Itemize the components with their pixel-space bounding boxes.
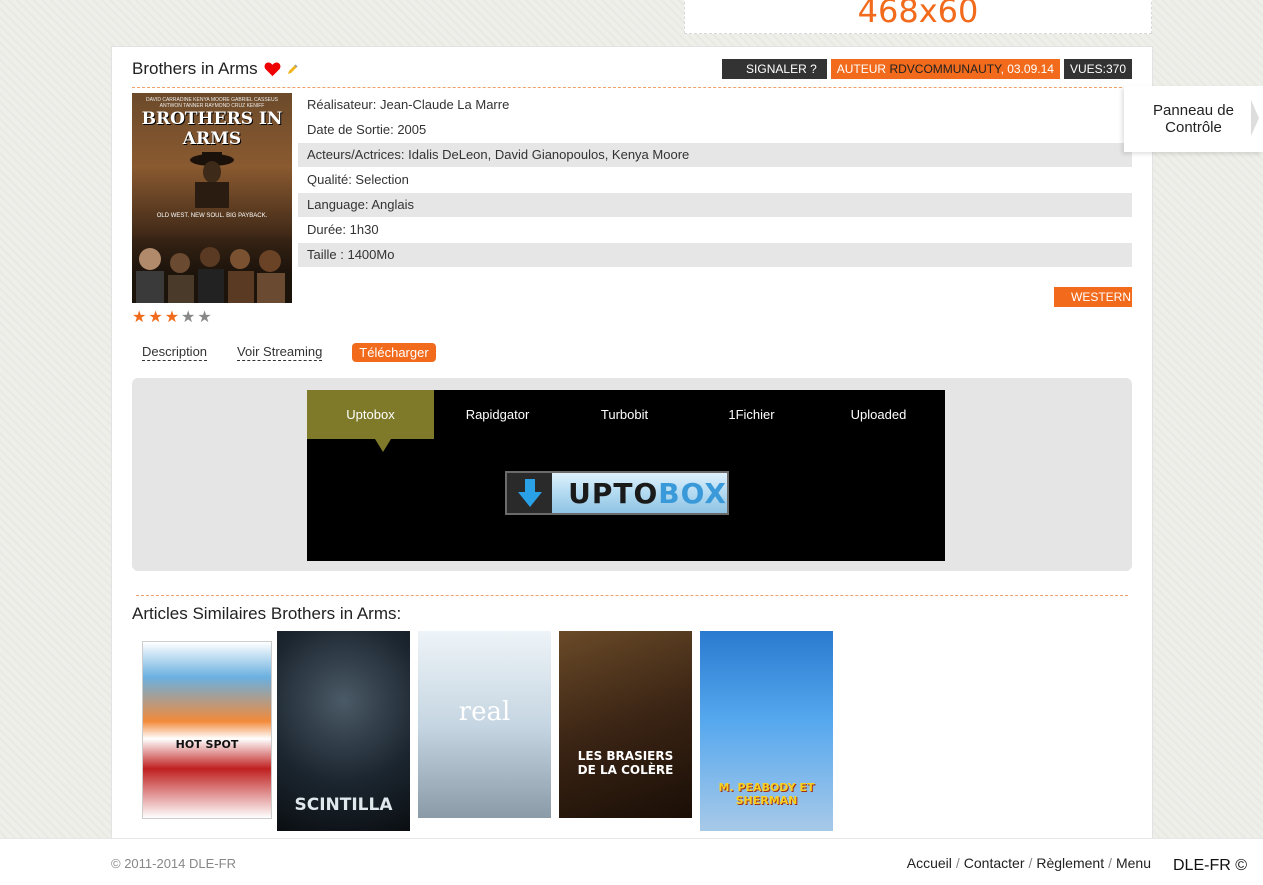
article-box: Brothers in Arms SIGNALER ? AUTEUR RDVCO…	[111, 46, 1153, 847]
separator: /	[1028, 855, 1033, 871]
content-tabs: Description Voir Streaming Télécharger	[142, 343, 436, 362]
info-language: Language: Anglais	[298, 193, 1132, 217]
similar-item[interactable]: real	[418, 631, 551, 818]
similar-item-label: real	[458, 697, 511, 727]
rating-stars[interactable]: ★ ★ ★ ★ ★	[132, 310, 212, 326]
ad-banner[interactable]: 468x60	[684, 0, 1152, 34]
footer: © 2011-2014 DLE-FR Accueil / Contacter / Règ…	[0, 838, 1263, 885]
control-panel-line2: Contrôle	[1165, 119, 1222, 136]
control-panel-line1: Panneau de	[1153, 102, 1234, 119]
article-badges: SIGNALER ? AUTEUR RDVCOMMUNAUTY, 03.09.1…	[722, 59, 1132, 79]
footer-link-reglement[interactable]: Règlement	[1036, 855, 1104, 871]
tab-download[interactable]: Télécharger	[352, 343, 436, 362]
similar-item-label: M. PEABODY ET SHERMAN	[718, 781, 815, 807]
star-icon[interactable]: ★	[148, 310, 162, 326]
chevron-right-icon	[1251, 100, 1259, 136]
uptobox-logo-text: UPTOBOX	[568, 477, 727, 510]
host-box: Uptobox Rapidgator Turbobit 1Fichier Upl…	[307, 390, 945, 561]
info-size: Taille : 1400Mo	[298, 243, 1132, 267]
similar-item-label: LES BRASIERS DE LA COLÈRE	[577, 749, 674, 777]
control-panel-label: Panneau de Contrôle	[1153, 102, 1234, 136]
control-panel-tab[interactable]: Panneau de Contrôle	[1124, 86, 1263, 152]
footer-link-accueil[interactable]: Accueil	[907, 855, 952, 871]
movie-info: Réalisateur: Jean-Claude La Marre Date d…	[298, 93, 1132, 268]
cast-silhouettes-icon	[136, 247, 285, 303]
divider	[132, 87, 1132, 88]
host-tabs: Uptobox Rapidgator Turbobit 1Fichier Upl…	[307, 390, 945, 452]
poster-cast: DAVID CARRADINE KENYA MOORE GABRIEL CASS…	[146, 97, 278, 109]
cowboy-figure-icon	[190, 152, 234, 208]
copyright: © 2011-2014 DLE-FR	[111, 856, 236, 871]
similar-title: Articles Similaires Brothers in Arms:	[132, 604, 402, 623]
info-director: Réalisateur: Jean-Claude La Marre	[307, 97, 510, 112]
footer-link-menu[interactable]: Menu	[1116, 855, 1151, 871]
info-duration: Durée: 1h30	[307, 222, 379, 237]
author-label: AUTEUR	[836, 62, 887, 76]
separator: /	[1108, 855, 1112, 871]
tab-description[interactable]: Description	[142, 344, 208, 361]
star-icon[interactable]: ★	[165, 310, 179, 326]
host-tab-rapidgator[interactable]: Rapidgator	[434, 390, 561, 439]
poster-title: BROTHERS IN ARMS	[141, 109, 283, 149]
similar-item-label: SCINTILLA	[294, 795, 393, 815]
info-actors: Acteurs/Actrices: Idalis DeLeon, David G…	[298, 143, 1132, 167]
host-tab-turbobit[interactable]: Turbobit	[561, 390, 688, 439]
article-title-area: Brothers in Arms	[132, 59, 299, 79]
article-date: 03.09.14	[1007, 62, 1054, 76]
uptobox-text-part2: BOX	[658, 476, 727, 510]
host-tab-uploaded[interactable]: Uploaded	[815, 390, 942, 439]
footer-brand: DLE-FR ©	[1173, 857, 1248, 874]
similar-item[interactable]: LES BRASIERS DE LA COLÈRE	[559, 631, 692, 818]
similar-item[interactable]: SCINTILLA	[277, 631, 410, 831]
views-badge: VUES:370	[1063, 59, 1132, 79]
heart-icon[interactable]	[264, 61, 281, 77]
article-title: Brothers in Arms	[132, 59, 258, 78]
footer-nav: Accueil / Contacter / Règlement / Menu	[907, 855, 1151, 871]
info-quality: Qualité: Selection	[307, 172, 409, 187]
star-icon[interactable]: ★	[197, 310, 211, 326]
host-tab-uptobox[interactable]: Uptobox	[307, 390, 434, 452]
divider	[136, 595, 1128, 596]
download-arrow-icon	[507, 473, 553, 513]
poster-people	[132, 233, 292, 303]
author-link[interactable]: RDVCOMMUNAUTY	[889, 62, 1000, 76]
download-panel: Uptobox Rapidgator Turbobit 1Fichier Upl…	[132, 378, 1132, 571]
movie-poster[interactable]: DAVID CARRADINE KENYA MOORE GABRIEL CASS…	[132, 93, 292, 303]
info-release-date: Date de Sortie: 2005	[307, 122, 427, 137]
report-button[interactable]: SIGNALER ?	[722, 59, 827, 79]
poster-tagline: OLD WEST. NEW SOUL. BIG PAYBACK.	[156, 213, 268, 219]
uptobox-download-button[interactable]: UPTOBOX	[505, 471, 729, 515]
footer-link-contacter[interactable]: Contacter	[964, 855, 1025, 871]
star-icon[interactable]: ★	[132, 310, 146, 326]
pencil-icon[interactable]	[287, 63, 299, 75]
host-tab-1fichier[interactable]: 1Fichier	[688, 390, 815, 439]
author-badge: AUTEUR RDVCOMMUNAUTY, 03.09.14	[830, 59, 1060, 79]
tab-streaming[interactable]: Voir Streaming	[237, 344, 323, 361]
separator: /	[955, 855, 960, 871]
star-icon[interactable]: ★	[181, 310, 195, 326]
similar-item[interactable]: HOT SPOT	[142, 641, 272, 819]
similar-item[interactable]: M. PEABODY ET SHERMAN	[700, 631, 833, 831]
similar-item-label: HOT SPOT	[175, 738, 239, 751]
uptobox-text-part1: UPTO	[568, 476, 659, 510]
genre-tag[interactable]: WESTERN	[1054, 287, 1132, 307]
